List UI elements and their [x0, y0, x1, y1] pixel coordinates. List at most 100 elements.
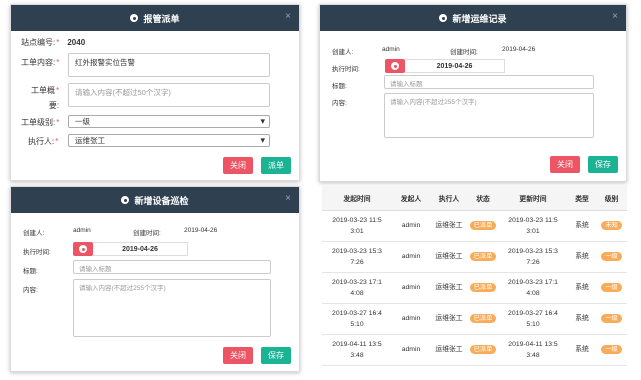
eye-icon	[130, 14, 139, 22]
created-time-label: 创建时间:	[133, 230, 161, 237]
status-badge: 已派单	[469, 283, 497, 292]
table-header-row: 发起时间 发起人 执行人 状态 更新时间 类型 级别	[322, 186, 627, 211]
created-time-value: 2019-04-26	[502, 46, 536, 53]
save-button[interactable]: 保存	[588, 156, 618, 173]
start-time-cell: 2019-03-23 15:3 7:26	[322, 241, 392, 273]
content-textarea[interactable]: 红外报警实位告警	[68, 53, 270, 77]
station-value: 2040	[67, 38, 86, 47]
level-label: 工单级别:	[21, 118, 56, 127]
executor-cell: 运维张工	[430, 303, 468, 335]
eye-icon	[121, 196, 130, 204]
save-button[interactable]: 保存	[261, 347, 291, 364]
eye-icon[interactable]	[385, 59, 405, 73]
summary-label-cont: 要:	[48, 101, 60, 110]
col-type: 类型	[568, 186, 596, 211]
table-row[interactable]: 2019-03-23 11:5 3:01 admin 运维张工 已派单 2019-…	[322, 210, 627, 242]
content-textarea[interactable]: 请输入内容(不超过255个汉字)	[384, 93, 594, 138]
table-row[interactable]: 2019-04-11 13:5 3:48 admin 运维张工 已派单 2019-…	[322, 334, 627, 366]
dispatch-dialog-title: 报管派单	[143, 13, 180, 24]
maintenance-dialog-title: 新增运维记录	[452, 13, 507, 24]
initiator-cell: admin	[392, 210, 430, 242]
exec-select[interactable]: 运维张工	[68, 134, 270, 147]
close-icon[interactable]: ×	[612, 11, 618, 22]
initiator-cell: admin	[392, 303, 430, 335]
exec-time-input[interactable]: 2019-04-26	[93, 242, 188, 256]
level-select[interactable]: 一级	[68, 115, 270, 128]
initiator-cell: admin	[392, 334, 430, 366]
update-time-cell: 2019-03-23 11:5 3:01	[498, 210, 568, 242]
table-row[interactable]: 2019-03-27 16:4 5:10 admin 运维张工 已派单 2019-…	[322, 303, 627, 335]
start-time-cell: 2019-03-23 11:5 3:01	[322, 210, 392, 242]
status-badge: 已派单	[469, 252, 497, 261]
patrol-dialog-title: 新增设备巡检	[134, 195, 189, 206]
col-executor: 执行人	[430, 186, 468, 211]
level-cell: 一级	[596, 334, 627, 366]
table-row[interactable]: 2019-03-23 15:3 7:26 admin 运维张工 已派单 2019-…	[322, 241, 627, 273]
executor-cell: 运维张工	[430, 272, 468, 304]
close-icon[interactable]: ×	[285, 193, 291, 204]
content-label: 内容:	[23, 287, 38, 294]
type-cell: 系统	[568, 272, 596, 304]
status-cell: 已派单	[468, 303, 498, 335]
patrol-dialog-header: 新增设备巡检 ×	[11, 187, 299, 213]
executor-cell: 运维张工	[430, 210, 468, 242]
exec-time-label: 执行时间:	[23, 249, 51, 256]
executor-cell: 运维张工	[430, 241, 468, 273]
close-button[interactable]: 关闭	[223, 347, 253, 364]
title-input[interactable]: 请输入标题	[73, 260, 271, 274]
creator-value: admin	[382, 46, 400, 53]
col-initiator: 发起人	[392, 186, 430, 211]
level-badge: 未知	[601, 221, 622, 230]
update-time-cell: 2019-03-27 16:4 5:10	[498, 303, 568, 335]
work-order-table: 发起时间 发起人 执行人 状态 更新时间 类型 级别 2019-03-23 11…	[322, 186, 627, 366]
level-cell: 一级	[596, 241, 627, 273]
status-badge: 已派单	[469, 221, 497, 230]
status-badge: 已派单	[469, 314, 497, 323]
exec-label: 执行人:	[28, 137, 55, 146]
eye-icon	[439, 14, 448, 22]
table-row[interactable]: 2019-03-23 17:1 4:08 admin 运维张工 已派单 2019-…	[322, 272, 627, 304]
dispatch-button[interactable]: 派单	[261, 157, 291, 174]
exec-time-input[interactable]: 2019-04-26	[405, 59, 505, 73]
required-mark: *	[56, 38, 60, 47]
close-button[interactable]: 关闭	[223, 157, 253, 174]
title-label: 标题:	[332, 83, 347, 90]
status-badge: 已派单	[469, 345, 497, 354]
close-icon[interactable]: ×	[285, 11, 291, 22]
start-time-cell: 2019-04-11 13:5 3:48	[322, 334, 392, 366]
level-badge: 一级	[601, 345, 622, 354]
col-update-time: 更新时间	[498, 186, 568, 211]
maintenance-dialog-header: 新增运维记录 ×	[320, 5, 626, 31]
summary-textarea[interactable]: 请输入内容(不超过50个汉字)	[68, 83, 270, 107]
creator-label: 创建人:	[23, 230, 45, 237]
level-cell: 一级	[596, 272, 627, 304]
col-level: 级别	[596, 186, 627, 211]
update-time-cell: 2019-03-23 15:3 7:26	[498, 241, 568, 273]
initiator-cell: admin	[392, 272, 430, 304]
type-cell: 系统	[568, 241, 596, 273]
start-time-cell: 2019-03-23 17:1 4:08	[322, 272, 392, 304]
created-time-label: 创建时间:	[450, 49, 478, 56]
title-input[interactable]: 请输入标题	[384, 75, 594, 89]
level-badge: 一级	[601, 314, 622, 323]
close-button[interactable]: 关闭	[550, 156, 580, 173]
update-time-cell: 2019-04-11 13:5 3:48	[498, 334, 568, 366]
level-cell: 未知	[596, 210, 627, 242]
content-label: 内容:	[332, 100, 347, 107]
level-cell: 一级	[596, 303, 627, 335]
type-cell: 系统	[568, 303, 596, 335]
executor-cell: 运维张工	[430, 334, 468, 366]
level-badge: 一级	[601, 252, 622, 261]
content-textarea[interactable]: 请输入内容(不超过255个汉字)	[73, 279, 271, 337]
exec-time-label: 执行时间:	[332, 66, 360, 73]
start-time-cell: 2019-03-27 16:4 5:10	[322, 303, 392, 335]
creator-label: 创建人:	[332, 49, 354, 56]
eye-icon[interactable]	[73, 242, 93, 256]
col-start-time: 发起时间	[322, 186, 392, 211]
dispatch-dialog: 报管派单 × 站点编号: * 2040 工单内容: * 红外报警实位告警 工单概…	[10, 4, 300, 181]
created-time-value: 2019-04-26	[184, 227, 218, 234]
status-cell: 已派单	[468, 241, 498, 273]
type-cell: 系统	[568, 334, 596, 366]
creator-value: admin	[73, 227, 91, 234]
level-badge: 一级	[601, 283, 622, 292]
